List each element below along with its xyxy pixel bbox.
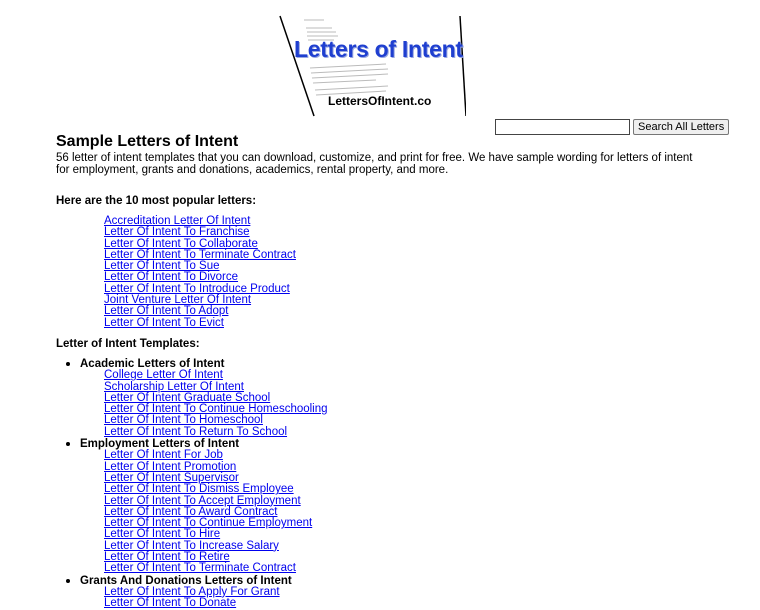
category-title: Employment Letters of Intent [80, 438, 240, 451]
list-item: Letter Of Intent To Franchise [104, 226, 706, 239]
popular-letter-link[interactable]: Accreditation Letter Of Intent [104, 215, 250, 227]
popular-heading: Here are the 10 most popular letters: [56, 195, 257, 207]
category-academic: Academic Letters of Intent College Lette… [80, 358, 706, 438]
list-item: Joint Venture Letter Of Intent [104, 294, 706, 306]
category-links: Letter Of Intent For Job Letter Of Inten… [80, 450, 706, 574]
templates-heading: Letter of Intent Templates: [56, 337, 200, 350]
category-title: Academic Letters of Intent [80, 357, 225, 370]
popular-letter-link[interactable]: Letter Of Intent To Adopt [104, 305, 228, 318]
template-link[interactable]: Letter Of Intent To Continue Employment [104, 517, 312, 529]
banner-title: Letters of Intent [294, 36, 463, 62]
template-link[interactable]: Letter Of Intent To Homeschool [104, 414, 263, 427]
page-intro: 56 letter of intent templates that you c… [56, 152, 693, 176]
list-item: Letter Of Intent To Terminate Contract [104, 562, 706, 575]
category-links: Letter Of Intent To Apply For Grant Lett… [80, 586, 706, 610]
template-link[interactable]: Letter Of Intent Supervisor [104, 472, 239, 484]
template-categories: Academic Letters of Intent College Lette… [56, 358, 706, 610]
template-link[interactable]: Letter Of Intent Promotion [104, 461, 236, 473]
list-item: Letter Of Intent To Collaborate [104, 238, 706, 250]
template-link[interactable]: Letter Of Intent To Apply For Grant [104, 586, 280, 598]
category-links: College Letter Of Intent Scholarship Let… [80, 370, 706, 438]
template-link[interactable]: Letter Of Intent For Job [104, 449, 223, 462]
category-title: Grants And Donations Letters of Intent [80, 574, 292, 587]
template-link[interactable]: Letter Of Intent To Increase Salary [104, 540, 279, 552]
page-title: Sample Letters of Intent [56, 133, 239, 150]
popular-letter-link[interactable]: Letter Of Intent To Collaborate [104, 238, 258, 250]
template-link[interactable]: Letter Of Intent To Accept Employment [104, 495, 301, 507]
template-link[interactable]: Letter Of Intent Graduate School [104, 392, 270, 404]
template-link[interactable]: Letter Of Intent To Continue Homeschooli… [104, 403, 328, 415]
popular-letter-link[interactable]: Letter Of Intent To Terminate Contract [104, 249, 296, 261]
category-grants-donations: Grants And Donations Letters of Intent L… [80, 575, 706, 610]
list-item: Letter Of Intent To Evict [104, 317, 706, 329]
popular-letter-link[interactable]: Joint Venture Letter Of Intent [104, 294, 251, 306]
main-content: Sample Letters of Intent 56 letter of in… [56, 133, 706, 610]
list-item: Letter Of Intent To Sue [104, 260, 706, 272]
list-item: Letter Of Intent To Return To School [104, 426, 706, 438]
list-item: Letter Of Intent To Introduce Product [104, 283, 706, 295]
template-link[interactable]: Letter Of Intent To Hire [104, 528, 220, 541]
category-employment: Employment Letters of Intent Letter Of I… [80, 438, 706, 575]
popular-letter-link[interactable]: Letter Of Intent To Franchise [104, 226, 250, 239]
popular-letter-link[interactable]: Letter Of Intent To Introduce Product [104, 283, 290, 295]
template-link[interactable]: Letter Of Intent To Dismiss Employee [104, 483, 294, 495]
template-link[interactable]: Scholarship Letter Of Intent [104, 381, 244, 393]
popular-letters-list: Accreditation Letter Of Intent Letter Of… [56, 215, 706, 328]
list-item: Letter Of Intent To Divorce [104, 271, 706, 284]
template-link[interactable]: College Letter Of Intent [104, 369, 223, 382]
list-item: Accreditation Letter Of Intent [104, 215, 706, 227]
template-link[interactable]: Letter Of Intent To Award Contract [104, 506, 277, 518]
template-link[interactable]: Letter Of Intent To Retire [104, 551, 230, 563]
popular-letter-link[interactable]: Letter Of Intent To Sue [104, 260, 220, 272]
site-banner-logo[interactable]: Letters of Intent LettersOfIntent.co [276, 12, 466, 120]
list-item: Letter Of Intent To Terminate Contract [104, 249, 706, 261]
template-link[interactable]: Letter Of Intent To Return To School [104, 426, 287, 438]
template-link[interactable]: Letter Of Intent To Terminate Contract [104, 562, 296, 575]
list-item: Letter Of Intent To Adopt [104, 305, 706, 318]
template-link[interactable]: Letter Of Intent To Donate [104, 597, 236, 609]
popular-letter-link[interactable]: Letter Of Intent To Divorce [104, 271, 238, 284]
banner-site-name: LettersOfIntent.co [328, 94, 432, 108]
popular-letter-link[interactable]: Letter Of Intent To Evict [104, 317, 224, 329]
